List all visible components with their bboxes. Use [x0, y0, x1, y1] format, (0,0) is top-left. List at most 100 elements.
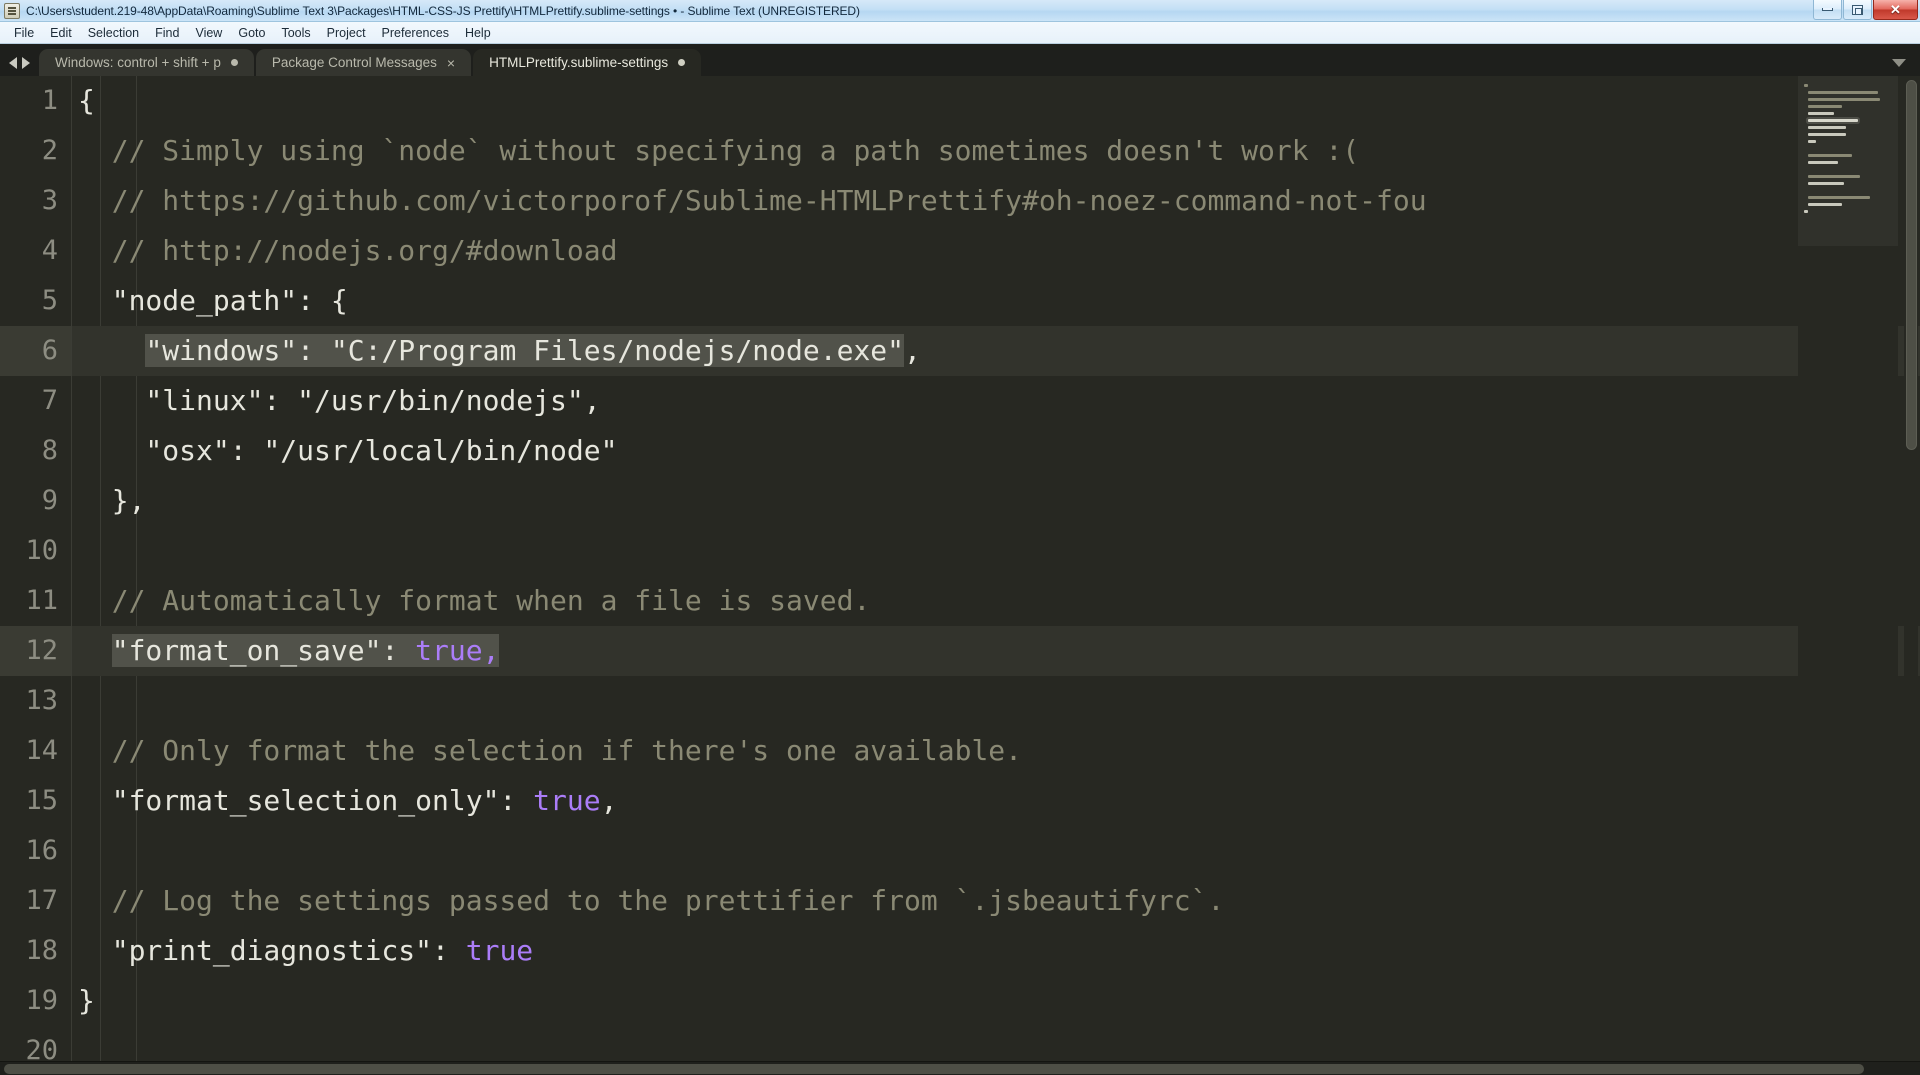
code-line[interactable]: // Automatically format when a file is s… [72, 576, 1920, 626]
minimize-icon [1822, 8, 1833, 11]
code-line[interactable]: // http://nodejs.org/#download [72, 226, 1920, 276]
code-line[interactable]: "print_diagnostics": true [72, 926, 1920, 976]
code-line[interactable] [72, 526, 1920, 576]
tab-label: Package Control Messages [271, 55, 437, 70]
minimap-line [1804, 84, 1808, 87]
horizontal-scrollbar-thumb[interactable] [4, 1064, 1864, 1074]
menu-item-edit[interactable]: Edit [42, 24, 80, 42]
tab-close-icon[interactable]: × [447, 56, 455, 70]
minimap-line [1808, 182, 1844, 185]
minimap-row [1802, 208, 1894, 215]
vertical-scrollbar[interactable] [1904, 80, 1918, 1055]
line-number: 11 [25, 585, 58, 616]
line-number: 12 [0, 626, 72, 676]
line-number: 10 [25, 535, 58, 566]
horizontal-scrollbar[interactable] [0, 1061, 1920, 1075]
tab-nav-arrows[interactable] [0, 57, 39, 76]
code-line[interactable]: // Only format the selection if there's … [72, 726, 1920, 776]
code-token: // http://nodejs.org/#download [78, 234, 618, 267]
minimap-row [1802, 159, 1894, 166]
minimap-row [1802, 131, 1894, 138]
minimap-line [1808, 112, 1834, 115]
restore-icon [1852, 4, 1863, 15]
code-line[interactable]: // Log the settings passed to the pretti… [72, 876, 1920, 926]
code-token: "node_path": { [78, 284, 348, 317]
minimap-line [1808, 140, 1816, 143]
line-number: 7 [41, 385, 58, 416]
code-line[interactable] [72, 676, 1920, 726]
code-line[interactable]: "format_selection_only": true, [72, 776, 1920, 826]
minimap[interactable] [1798, 76, 1898, 1061]
line-number: 9 [41, 485, 58, 516]
code-line[interactable]: "linux": "/usr/bin/nodejs", [72, 376, 1920, 426]
code-line[interactable]: "osx": "/usr/local/bin/node" [72, 426, 1920, 476]
code-token: "windows": "C:/Program Files/nodejs/node… [145, 334, 905, 367]
menu-item-selection[interactable]: Selection [80, 24, 147, 42]
code-content[interactable]: { // Simply using `node` without specify… [72, 76, 1920, 1061]
line-number: 19 [25, 985, 58, 1016]
code-line[interactable]: } [72, 976, 1920, 1026]
code-token: // Log the settings passed to the pretti… [78, 884, 1225, 917]
code-token: "format_selection_only": [78, 784, 534, 817]
close-button[interactable]: ✕ [1873, 0, 1918, 20]
line-number: 1 [41, 85, 58, 116]
menu-item-goto[interactable]: Goto [230, 24, 273, 42]
line-number: 20 [25, 1035, 58, 1061]
arrow-right-icon[interactable] [22, 57, 30, 69]
tab-modified-dot-icon[interactable] [678, 59, 686, 66]
minimap-row [1802, 138, 1894, 145]
arrow-left-icon[interactable] [9, 57, 17, 69]
line-number: 15 [25, 785, 58, 816]
code-line[interactable]: "format_on_save": true, [72, 626, 1920, 676]
code-token: true [465, 934, 534, 967]
code-token: true [533, 784, 601, 817]
line-number: 13 [25, 685, 58, 716]
menu-item-find[interactable]: Find [147, 24, 187, 42]
code-line[interactable]: { [72, 76, 1920, 126]
minimap-row [1802, 110, 1894, 117]
minimap-row [1802, 96, 1894, 103]
menu-item-help[interactable]: Help [457, 24, 499, 42]
minimize-button[interactable] [1813, 0, 1842, 20]
code-line[interactable]: // https://github.com/victorporof/Sublim… [72, 176, 1920, 226]
vertical-scrollbar-thumb[interactable] [1906, 80, 1917, 450]
tab-2[interactable]: HTMLPrettify.sublime-settings [473, 49, 702, 76]
menu-item-project[interactable]: Project [319, 24, 374, 42]
title-bar[interactable]: C:\Users\student.219-48\AppData\Roaming\… [0, 0, 1920, 22]
minimap-line [1808, 98, 1880, 101]
menu-item-view[interactable]: View [187, 24, 230, 42]
code-editor[interactable]: 1 2 3 4 5 6 7 8 9 10 11 12 13 14 15 16 17 18 19 20 { // Sim… [0, 76, 1920, 1061]
minimap-row [1802, 103, 1894, 110]
code-line[interactable]: "node_path": { [72, 276, 1920, 326]
code-token: , [904, 334, 921, 367]
code-token: // https://github.com/victorporof/Sublim… [78, 184, 1427, 217]
code-line[interactable]: // Simply using `node` without specifyin… [72, 126, 1920, 176]
code-token: } [78, 984, 95, 1017]
code-token: }, [78, 484, 146, 517]
minimap-row [1802, 201, 1894, 208]
line-number-gutter: 1 2 3 4 5 6 7 8 9 10 11 12 13 14 15 16 17 18 19 20 [0, 76, 72, 1061]
code-token: "format_on_save": [111, 634, 416, 667]
code-line[interactable]: }, [72, 476, 1920, 526]
menu-item-tools[interactable]: Tools [273, 24, 318, 42]
code-token: , [600, 784, 618, 817]
tab-modified-dot-icon[interactable] [230, 59, 238, 66]
restore-button[interactable] [1843, 0, 1872, 20]
tab-label: Windows: control + shift + p [55, 55, 221, 70]
code-line[interactable] [72, 1026, 1920, 1061]
code-line[interactable] [72, 826, 1920, 876]
code-line[interactable]: "windows": "C:/Program Files/nodejs/node… [72, 326, 1920, 376]
minimap-row [1802, 89, 1894, 96]
minimap-line [1808, 91, 1878, 94]
close-icon: ✕ [1890, 2, 1901, 17]
chevron-down-icon[interactable] [1892, 59, 1906, 67]
tab-0[interactable]: Windows: control + shift + p [39, 49, 254, 76]
menu-item-file[interactable]: File [6, 24, 42, 42]
tab-1[interactable]: Package Control Messages × [255, 49, 472, 76]
minimap-line [1808, 126, 1846, 129]
menu-bar: File Edit Selection Find View Goto Tools Projec… [0, 22, 1920, 44]
menu-item-preferences[interactable]: Preferences [374, 24, 457, 42]
line-number: 8 [41, 435, 58, 466]
